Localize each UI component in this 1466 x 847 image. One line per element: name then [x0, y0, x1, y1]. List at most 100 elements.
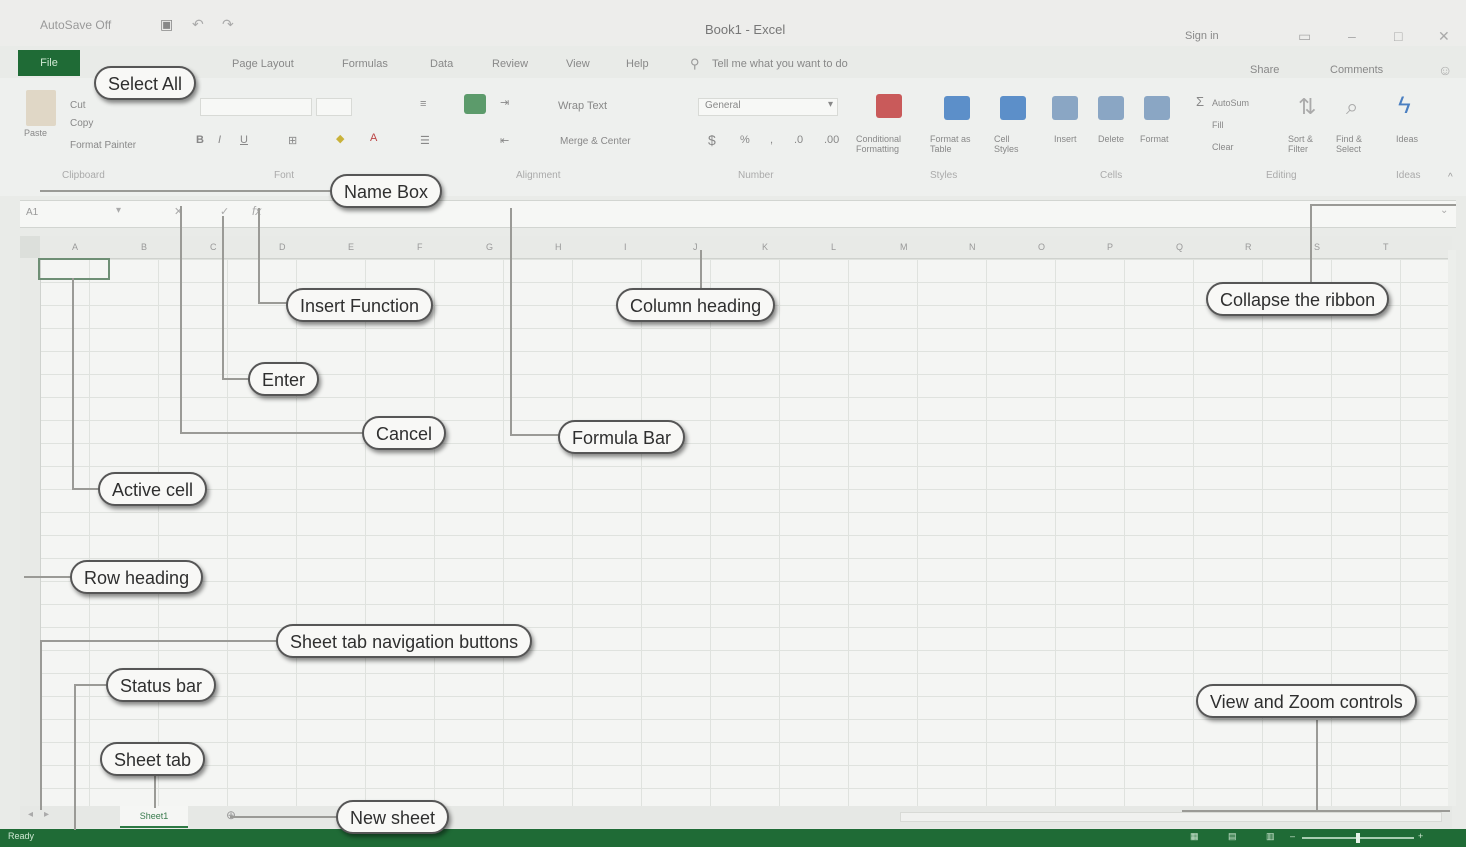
column-letter-a[interactable]: A	[72, 242, 78, 252]
column-letter-q[interactable]: Q	[1176, 242, 1183, 252]
format-cells-button[interactable]: Format	[1140, 134, 1169, 144]
name-box-dropdown-icon[interactable]: ▾	[116, 205, 121, 216]
sort-filter-icon[interactable]: ⇅	[1298, 94, 1316, 120]
format-as-table-icon[interactable]	[944, 96, 970, 120]
autosum-icon[interactable]: Σ	[1196, 94, 1204, 109]
save-icon[interactable]: ▣	[160, 16, 173, 33]
column-letter-o[interactable]: O	[1038, 242, 1045, 252]
borders-icon[interactable]: ⊞	[288, 134, 297, 147]
bold-icon[interactable]: B	[196, 134, 204, 146]
orientation-icon[interactable]	[464, 94, 486, 114]
undo-icon[interactable]: ↶	[192, 16, 204, 33]
maximize-icon[interactable]: □	[1394, 28, 1402, 44]
zoom-slider-thumb[interactable]	[1356, 833, 1360, 843]
ideas-button[interactable]: Ideas	[1396, 134, 1418, 144]
currency-icon[interactable]: $	[708, 132, 716, 148]
indent-icon[interactable]: ⇥	[500, 96, 509, 109]
merge-center-button[interactable]: Merge & Center	[560, 136, 631, 147]
autosum-button[interactable]: AutoSum	[1212, 98, 1249, 108]
column-letter-d[interactable]: D	[279, 242, 286, 252]
sheet-nav-prev-icon[interactable]: ◂	[28, 809, 33, 820]
delete-cells-icon[interactable]	[1098, 96, 1124, 120]
cell-styles-button[interactable]: Cell Styles	[994, 134, 1034, 154]
format-as-table-button[interactable]: Format as Table	[930, 134, 986, 154]
find-select-icon[interactable]: ⌕	[1346, 94, 1358, 120]
smiley-icon[interactable]: ☺	[1438, 62, 1452, 78]
column-headings[interactable]	[20, 236, 1452, 259]
underline-icon[interactable]: U	[240, 134, 248, 146]
insert-cells-button[interactable]: Insert	[1054, 134, 1077, 144]
column-letter-e[interactable]: E	[348, 242, 354, 252]
find-select-button[interactable]: Find & Select	[1336, 134, 1376, 154]
column-letter-l[interactable]: L	[831, 242, 836, 252]
tab-page-layout[interactable]: Page Layout	[232, 58, 294, 70]
tab-review[interactable]: Review	[492, 58, 528, 70]
sort-filter-button[interactable]: Sort & Filter	[1288, 134, 1328, 154]
page-break-view-icon[interactable]: ▥	[1266, 831, 1275, 842]
vertical-scrollbar[interactable]	[1448, 250, 1456, 806]
column-letter-j[interactable]: J	[693, 242, 698, 252]
column-letter-s[interactable]: S	[1314, 242, 1320, 252]
zoom-in-icon[interactable]: +	[1418, 831, 1423, 841]
italic-icon[interactable]: I	[218, 134, 221, 146]
page-layout-view-icon[interactable]: ▤	[1228, 831, 1237, 842]
decrease-decimal-icon[interactable]: .00	[824, 134, 839, 146]
tab-formulas[interactable]: Formulas	[342, 58, 388, 70]
column-letter-g[interactable]: G	[486, 242, 493, 252]
column-letter-i[interactable]: I	[624, 242, 627, 252]
column-letter-k[interactable]: K	[762, 242, 768, 252]
share-button[interactable]: Share	[1250, 64, 1279, 76]
formula-input[interactable]	[514, 202, 1434, 224]
redo-icon[interactable]: ↷	[222, 16, 234, 33]
tab-view[interactable]: View	[566, 58, 590, 70]
cell-styles-icon[interactable]	[1000, 96, 1026, 120]
quick-access-toolbar[interactable]: AutoSave Off	[40, 18, 111, 32]
collapse-ribbon-icon[interactable]: ^	[1448, 172, 1453, 183]
tab-data[interactable]: Data	[430, 58, 453, 70]
tab-file[interactable]: File	[18, 50, 80, 76]
format-painter-button[interactable]: Format Painter	[70, 140, 136, 151]
indent-decrease-icon[interactable]: ⇤	[500, 134, 509, 147]
column-letter-r[interactable]: R	[1245, 242, 1252, 252]
tell-me-input[interactable]: Tell me what you want to do	[712, 58, 848, 70]
close-icon[interactable]: ✕	[1438, 28, 1450, 45]
align-left-icon[interactable]: ☰	[420, 134, 430, 147]
conditional-formatting-button[interactable]: Conditional Formatting	[856, 134, 926, 154]
paste-icon[interactable]	[26, 90, 56, 126]
font-color-icon[interactable]: A	[370, 132, 377, 144]
column-letter-t[interactable]: T	[1383, 242, 1389, 252]
minimize-icon[interactable]: –	[1348, 28, 1356, 44]
copy-button[interactable]: Copy	[70, 118, 93, 129]
insert-cells-icon[interactable]	[1052, 96, 1078, 120]
new-sheet-icon[interactable]: ⊕	[226, 808, 236, 822]
increase-decimal-icon[interactable]: .0	[794, 134, 803, 146]
zoom-slider[interactable]	[1302, 833, 1414, 843]
name-box[interactable]: A1	[26, 207, 38, 218]
ribbon-display-icon[interactable]: ▭	[1298, 28, 1311, 45]
column-letter-b[interactable]: B	[141, 242, 147, 252]
ideas-icon[interactable]: ϟ	[1398, 92, 1411, 120]
conditional-formatting-icon[interactable]	[876, 94, 902, 118]
paste-button-label[interactable]: Paste	[24, 128, 47, 138]
comma-icon[interactable]: ,	[770, 134, 773, 146]
select-all-corner[interactable]	[20, 236, 40, 258]
horizontal-scrollbar[interactable]	[900, 812, 1442, 822]
font-size-select[interactable]	[316, 98, 352, 116]
zoom-out-icon[interactable]: –	[1290, 831, 1295, 841]
wrap-text-button[interactable]: Wrap Text	[558, 100, 607, 112]
column-letter-h[interactable]: H	[555, 242, 562, 252]
column-letter-m[interactable]: M	[900, 242, 908, 252]
clear-button[interactable]: Clear	[1212, 142, 1234, 152]
fill-color-icon[interactable]: ◆	[336, 132, 344, 145]
normal-view-icon[interactable]: ▦	[1190, 831, 1199, 842]
sign-in-link[interactable]: Sign in	[1185, 30, 1219, 42]
tab-help[interactable]: Help	[626, 58, 649, 70]
column-letter-n[interactable]: N	[969, 242, 976, 252]
column-letter-f[interactable]: F	[417, 242, 423, 252]
column-letter-p[interactable]: P	[1107, 242, 1113, 252]
format-cells-icon[interactable]	[1144, 96, 1170, 120]
align-top-icon[interactable]: ≡	[420, 98, 426, 110]
sheet-nav-next-icon[interactable]: ▸	[44, 809, 49, 820]
fill-button[interactable]: Fill	[1212, 120, 1224, 130]
active-cell[interactable]	[38, 258, 110, 280]
